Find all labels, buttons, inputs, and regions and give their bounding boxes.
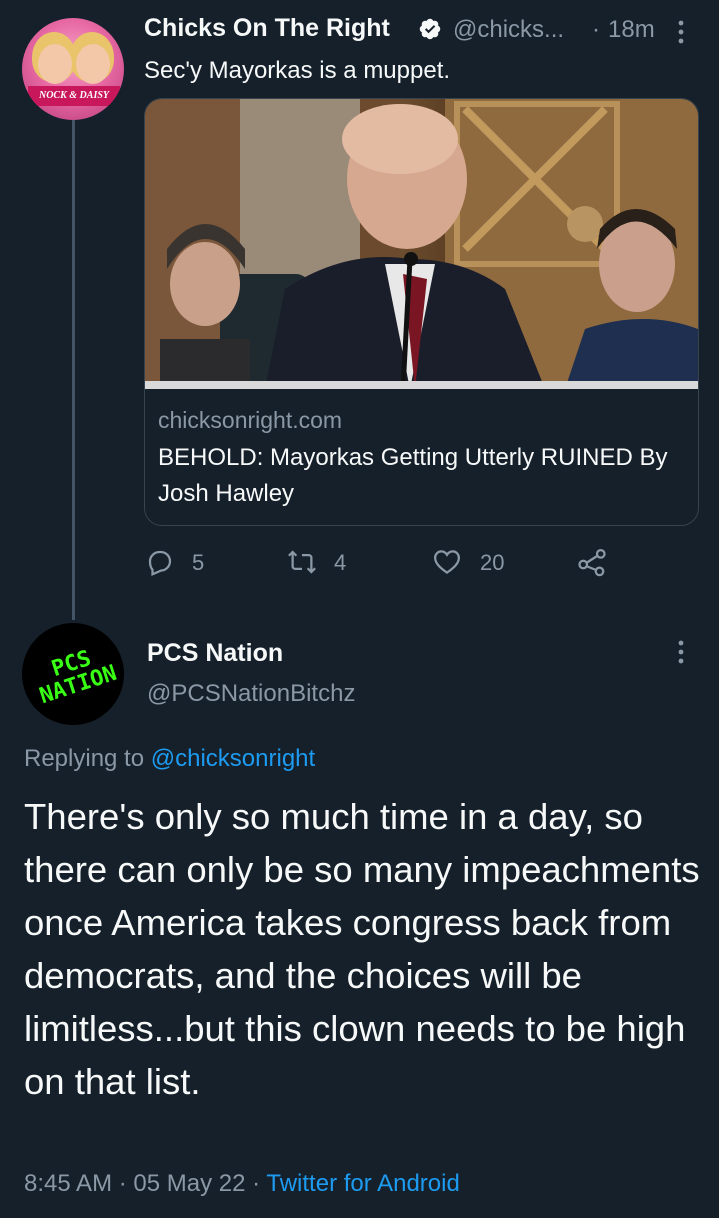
tweet-time[interactable]: 18m: [608, 16, 655, 44]
verified-icon: [419, 18, 441, 40]
author-name[interactable]: PCS Nation: [147, 639, 283, 668]
avatar-pcs-nation[interactable]: PCS NATION: [22, 623, 124, 725]
author-handle[interactable]: @PCSNationBitchz: [147, 680, 355, 708]
tweet-meta: 8:45 AM · 05 May 22 · Twitter for Androi…: [24, 1170, 460, 1198]
tweet-source-link[interactable]: Twitter for Android: [266, 1170, 459, 1197]
link-card-image: [145, 99, 698, 389]
avatar-chicks-on-the-right[interactable]: NOCK & DAISY: [22, 18, 124, 120]
more-icon[interactable]: [673, 638, 689, 666]
replying-prefix: Replying to: [24, 745, 145, 772]
avatar-logo-text: PCS NATION: [36, 646, 120, 710]
author-name[interactable]: Chicks On The Right: [144, 14, 390, 43]
retweet-icon[interactable]: [287, 547, 317, 577]
separator-dot: ·: [592, 16, 600, 43]
tweet-time: 8:45 AM: [24, 1170, 113, 1197]
separator-dot: ·: [252, 1170, 261, 1197]
link-card-title: BEHOLD: Mayorkas Getting Utterly RUINED …: [158, 444, 668, 507]
retweet-count: 4: [334, 550, 347, 575]
thread-line: [72, 120, 75, 620]
reply-count: 5: [192, 550, 205, 575]
hearing-photo: [145, 99, 698, 389]
replying-to-link[interactable]: @chicksonright: [151, 745, 315, 772]
tweet-text: Sec'y Mayorkas is a muppet.: [144, 57, 451, 84]
like-icon[interactable]: [432, 547, 462, 577]
replying-to: Replying to @chicksonright: [24, 745, 315, 773]
tweet-text: There's only so much time in a day, so t…: [24, 796, 700, 1102]
share-icon[interactable]: [577, 547, 607, 577]
avatar-logo-text: NOCK & DAISY: [28, 86, 120, 106]
author-handle[interactable]: @chicks...: [453, 16, 564, 44]
more-icon[interactable]: [673, 18, 689, 46]
tweet-date: 05 May 22: [133, 1170, 246, 1197]
separator-dot: ·: [118, 1170, 127, 1197]
like-count: 20: [480, 550, 505, 575]
reply-icon[interactable]: [145, 547, 175, 577]
link-card-domain: chicksonright.com: [158, 407, 343, 433]
